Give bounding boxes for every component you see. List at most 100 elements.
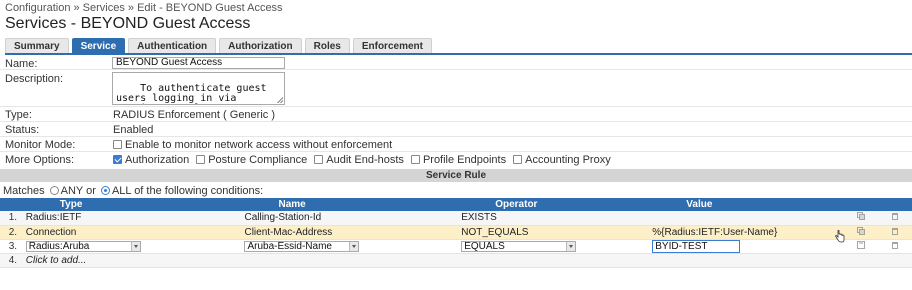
authorization-checkbox[interactable] [113,155,122,164]
type-select-value: Radius:Aruba [28,240,90,252]
row-name[interactable]: Calling-Station-Id [244,211,462,226]
col-delete [877,198,912,211]
trash-icon [891,227,898,235]
row-operator-cell: EQUALS [461,239,653,254]
description-text: To authenticate guest users logging in v… [116,83,279,105]
more-options-row: More Options: Authorization Posture Compl… [0,152,912,167]
all-label: ALL of the following conditions: [111,185,264,197]
option-authorization[interactable]: Authorization [113,154,189,166]
description-label: Description: [5,73,64,85]
col-num [0,198,26,211]
description-row: Description: To authenticate guest users… [0,70,912,107]
row-number: 4. [0,253,26,268]
table-row-editing[interactable]: 3. Radius:Aruba Aruba-Essid-Name EQUALS … [0,239,912,254]
col-type: Type [25,198,245,211]
delete-row-button[interactable] [877,211,912,226]
add-row[interactable]: 4. Click to add... [0,253,912,268]
audit-end-hosts-checkbox[interactable] [314,155,324,164]
empty-cell [877,253,912,268]
match-mode: Matches ANY or ALL of the following cond… [3,185,263,197]
service-rule-table: Type Name Operator Value 1. Radius:IETF … [0,198,912,268]
row-value-cell: BYID-TEST [652,239,844,254]
any-label: ANY or [60,185,96,197]
posture-compliance-checkbox[interactable] [196,155,206,164]
col-value: Value [652,198,844,211]
table-row[interactable]: 2. Connection Client-Mac-Address NOT_EQU… [0,225,912,240]
all-radio[interactable] [100,186,110,195]
description-field[interactable]: To authenticate guest users logging in v… [112,72,285,105]
more-options-list: Authorization Posture Compliance Audit End… [113,154,618,166]
tab-authentication[interactable]: Authentication [128,38,217,53]
page-title: Services - BEYOND Guest Access [5,15,251,32]
trash-icon [891,213,898,221]
row-type-cell: Radius:Aruba [25,239,245,254]
option-audit-end-hosts[interactable]: Audit End-hosts [314,154,404,166]
option-label: Audit End-hosts [326,154,404,166]
monitor-label: Monitor Mode: [5,139,76,151]
save-icon [856,240,865,249]
accounting-proxy-checkbox[interactable] [513,155,523,164]
copy-row-button[interactable] [843,211,878,226]
row-name-cell: Aruba-Essid-Name [244,239,462,254]
row-name[interactable]: Client-Mac-Address [244,225,462,240]
type-label: Type: [5,109,32,121]
chevron-down-icon[interactable] [130,241,140,251]
row-operator[interactable]: NOT_EQUALS [461,225,653,240]
table-header-row: Type Name Operator Value [0,198,912,211]
row-type[interactable]: Connection [25,225,245,240]
option-label: Posture Compliance [208,154,308,166]
row-type[interactable]: Radius:IETF [25,211,245,226]
table-row[interactable]: 1. Radius:IETF Calling-Station-Id EXISTS [0,211,912,226]
status-value: Enabled [113,124,154,136]
row-number: 3. [0,239,26,254]
row-value[interactable] [652,211,844,226]
monitor-checkbox[interactable] [113,140,122,149]
profile-endpoints-checkbox[interactable] [410,155,420,164]
monitor-option[interactable]: Enable to monitor network access without… [113,139,392,151]
delete-row-button[interactable] [877,239,912,254]
tab-enforcement[interactable]: Enforcement [352,38,432,53]
option-posture-compliance[interactable]: Posture Compliance [196,154,307,166]
resize-grip-icon[interactable] [277,97,283,103]
type-select[interactable]: Radius:Aruba [25,240,141,252]
status-label: Status: [5,124,40,136]
hand-cursor-icon [835,230,845,243]
row-number: 2. [0,225,26,240]
tab-roles[interactable]: Roles [304,38,350,53]
any-radio[interactable] [49,186,59,195]
monitor-row: Monitor Mode: Enable to monitor network … [0,137,912,152]
click-to-add[interactable]: Click to add... [25,253,245,268]
empty-cell [461,253,653,268]
tab-summary[interactable]: Summary [5,38,69,53]
tab-bar: Summary Service Authentication Authoriza… [5,38,432,53]
operator-select[interactable]: EQUALS [461,240,577,252]
chevron-down-icon[interactable] [349,241,359,251]
value-input[interactable]: BYID-TEST [652,239,741,253]
option-accounting-proxy[interactable]: Accounting Proxy [513,154,611,166]
more-options-label: More Options: [5,154,75,166]
col-operator: Operator [461,198,653,211]
row-value[interactable]: %{Radius:IETF:User-Name} [652,225,844,240]
copy-row-button[interactable] [843,225,878,240]
name-select-value: Aruba-Essid-Name [247,240,332,252]
delete-row-button[interactable] [877,225,912,240]
operator-select-value: EQUALS [464,240,505,252]
row-number: 1. [0,211,26,226]
tab-authorization[interactable]: Authorization [219,38,302,53]
copy-icon [856,212,865,221]
name-field[interactable]: BEYOND Guest Access [112,57,285,69]
option-profile-endpoints[interactable]: Profile Endpoints [410,154,506,166]
monitor-option-label: Enable to monitor network access without… [125,139,393,151]
tab-service[interactable]: Service [71,38,126,53]
type-value: RADIUS Enforcement ( Generic ) [113,109,275,121]
option-label: Accounting Proxy [525,154,611,166]
type-row: Type: RADIUS Enforcement ( Generic ) [0,107,912,122]
name-select[interactable]: Aruba-Essid-Name [244,240,360,252]
chevron-down-icon[interactable] [566,241,576,251]
empty-cell [843,253,878,268]
row-operator[interactable]: EXISTS [461,211,653,226]
trash-icon [891,241,898,249]
service-rule-header: Service Rule [0,169,912,182]
matches-prefix: Matches [3,185,45,197]
save-row-button[interactable] [843,239,878,254]
